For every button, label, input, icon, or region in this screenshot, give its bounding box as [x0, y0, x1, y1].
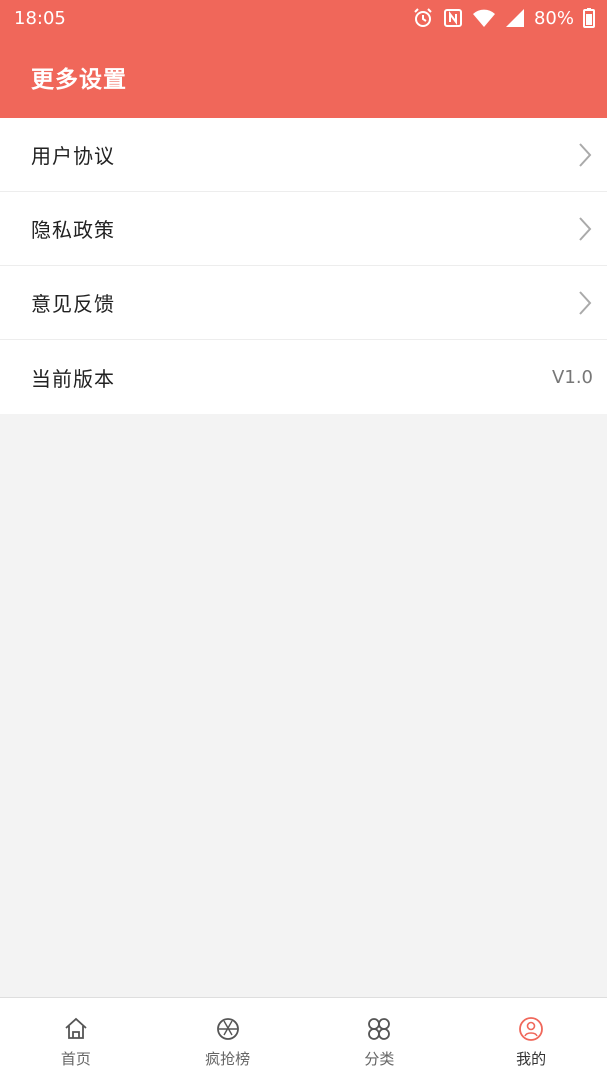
status-bar: 18:05 80%: [0, 0, 607, 36]
settings-list: 用户协议 隐私政策 意见反馈 当前版本 V1.0: [0, 118, 607, 414]
bottom-nav: 首页 疯抢榜 分类 我的: [0, 997, 607, 1080]
battery-label: 80%: [533, 7, 574, 29]
status-time: 18:05: [14, 7, 66, 29]
status-icons: 80%: [412, 7, 595, 29]
profile-icon: [518, 1016, 544, 1048]
chevron-right-icon: [577, 290, 593, 316]
nfc-icon: [443, 8, 463, 28]
home-icon: [63, 1016, 89, 1048]
nav-hot-ranking-label: 疯抢榜: [205, 1050, 251, 1068]
version-value: V1.0: [552, 366, 593, 388]
cell-signal-icon: [505, 8, 525, 28]
chevron-right-icon: [577, 142, 593, 168]
wifi-icon: [472, 8, 496, 28]
menu-item-label: 意见反馈: [31, 292, 115, 316]
category-icon: [366, 1016, 392, 1048]
nav-category-label: 分类: [364, 1050, 395, 1068]
battery-icon: [583, 8, 595, 28]
alarm-icon: [412, 7, 434, 29]
menu-item-version: 当前版本 V1.0: [0, 340, 607, 414]
nav-profile[interactable]: 我的: [455, 998, 607, 1080]
menu-item-label: 用户协议: [31, 144, 115, 168]
menu-item-user-agreement[interactable]: 用户协议: [0, 118, 607, 192]
nav-profile-label: 我的: [516, 1050, 547, 1068]
menu-item-label: 隐私政策: [31, 218, 115, 242]
nav-category[interactable]: 分类: [304, 998, 456, 1080]
nav-hot-ranking[interactable]: 疯抢榜: [152, 998, 304, 1080]
aperture-icon: [215, 1016, 241, 1048]
chevron-right-icon: [577, 216, 593, 242]
page-title: 更多设置: [31, 67, 127, 93]
nav-home[interactable]: 首页: [0, 998, 152, 1080]
nav-home-label: 首页: [60, 1050, 91, 1068]
menu-item-feedback[interactable]: 意见反馈: [0, 266, 607, 340]
app-bar: 更多设置: [0, 36, 607, 118]
menu-item-privacy-policy[interactable]: 隐私政策: [0, 192, 607, 266]
menu-item-label: 当前版本: [31, 366, 115, 391]
